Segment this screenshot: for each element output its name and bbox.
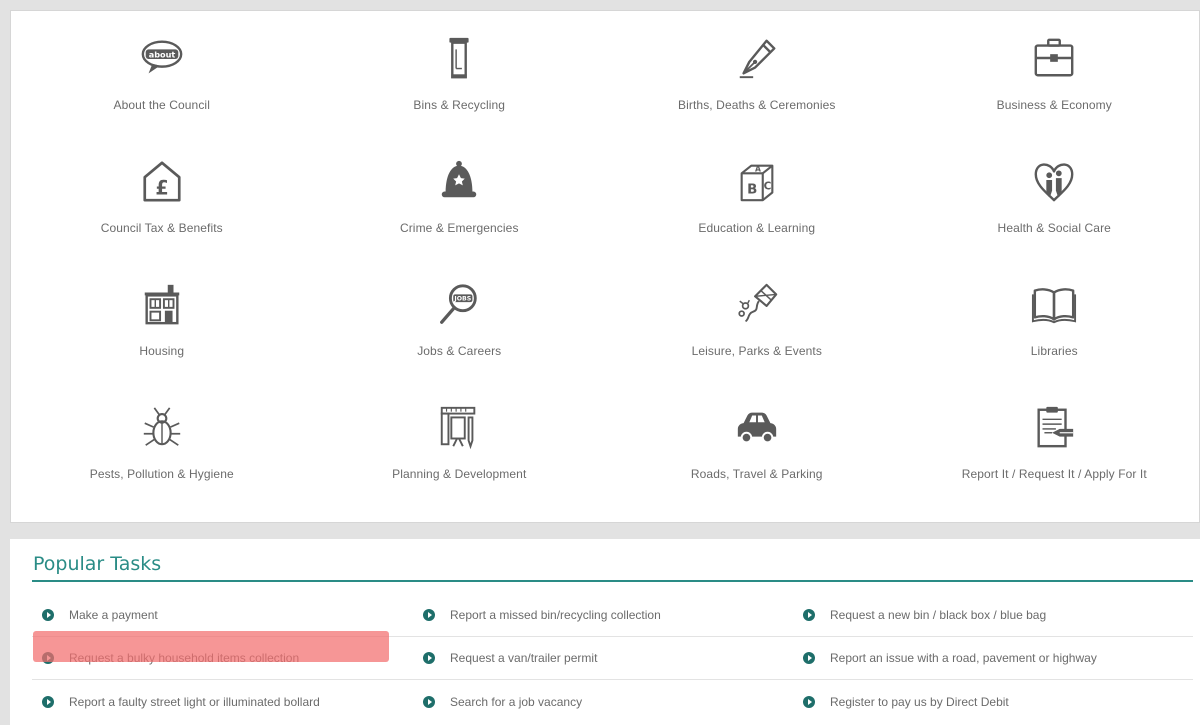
service-label: About the Council [113, 98, 210, 112]
service-label: Education & Learning [698, 221, 816, 235]
task-link[interactable]: Make a payment [32, 608, 413, 622]
service-business-economy[interactable]: Business & Economy [906, 33, 1200, 156]
magnifier-jobs-icon: JOBS [434, 279, 484, 329]
task-link-label: Request a new bin / black box / blue bag [830, 608, 1047, 622]
house-icon [137, 279, 187, 329]
wheelie-bin-icon [434, 33, 484, 83]
task-link[interactable]: Report a missed bin/recycling collection [413, 608, 793, 622]
service-jobs-careers[interactable]: JOBS Jobs & Careers [311, 279, 609, 402]
task-link-label: Report an issue with a road, pavement or… [830, 651, 1097, 665]
chevron-right-circle-icon [803, 652, 815, 664]
service-roads-travel-parking[interactable]: Roads, Travel & Parking [608, 402, 906, 525]
task-row: Report a faulty street light or illumina… [32, 680, 1193, 723]
service-label: Roads, Travel & Parking [690, 467, 823, 481]
service-label: Planning & Development [392, 467, 527, 481]
bug-icon [137, 402, 187, 452]
pound-house-icon: £ [137, 156, 187, 206]
svg-text:A: A [755, 164, 761, 173]
chevron-right-circle-icon [42, 609, 54, 621]
service-housing[interactable]: Housing [13, 279, 311, 402]
abc-blocks-icon: A B C [732, 156, 782, 206]
service-pests-pollution-hygiene[interactable]: Pests, Pollution & Hygiene [13, 402, 311, 525]
task-row: Request a bulky household items collecti… [32, 637, 1193, 680]
car-icon [732, 402, 782, 452]
service-label: Libraries [1030, 344, 1078, 358]
task-link[interactable]: Search for a job vacancy [413, 695, 793, 709]
svg-text:C: C [763, 181, 771, 193]
task-link-label: Make a payment [69, 608, 158, 622]
service-planning-development[interactable]: Planning & Development [311, 402, 609, 525]
service-births-deaths-ceremonies[interactable]: Births, Deaths & Ceremonies [608, 33, 906, 156]
task-link[interactable]: Report a faulty street light or illumina… [32, 695, 413, 709]
about-speech-bubble-icon: about [137, 33, 187, 83]
task-link-label: Search for a job vacancy [450, 694, 583, 709]
task-link[interactable]: Request a bulky household items collecti… [32, 651, 413, 665]
svg-text:B: B [747, 182, 757, 197]
service-label: Business & Economy [996, 98, 1112, 112]
task-link-label: Request a bulky household items collecti… [69, 651, 300, 665]
service-label: Report It / Request It / Apply For It [961, 467, 1147, 481]
open-book-icon [1029, 279, 1079, 329]
service-label: Health & Social Care [997, 221, 1111, 235]
service-libraries[interactable]: Libraries [906, 279, 1200, 402]
chevron-right-circle-icon [423, 609, 435, 621]
chevron-right-circle-icon [42, 695, 54, 708]
svg-text:about: about [148, 50, 175, 60]
task-link-label: Register to pay us by Direct Debit [830, 694, 1009, 709]
service-label: Leisure, Parks & Events [691, 344, 822, 358]
kite-icon [732, 279, 782, 329]
services-grid: about About the Council Bins & Recycling [13, 33, 1200, 525]
service-education-learning[interactable]: A B C Education & Learning [608, 156, 906, 279]
service-label: Births, Deaths & Ceremonies [678, 98, 836, 112]
service-label: Council Tax & Benefits [100, 221, 223, 235]
chevron-right-circle-icon [42, 652, 54, 664]
police-helmet-icon [434, 156, 484, 206]
services-panel: about About the Council Bins & Recycling [10, 10, 1200, 523]
chevron-right-circle-icon [803, 609, 815, 621]
service-label: Housing [139, 344, 185, 358]
svg-text:JOBS: JOBS [454, 296, 472, 303]
service-label: Jobs & Careers [417, 344, 502, 358]
service-label: Pests, Pollution & Hygiene [89, 467, 234, 481]
service-report-request-apply[interactable]: Report It / Request It / Apply For It [906, 402, 1200, 525]
task-link-label: Request a van/trailer permit [450, 651, 598, 665]
service-label: Crime & Emergencies [399, 221, 519, 235]
heart-people-icon [1029, 156, 1079, 206]
task-link[interactable]: Request a new bin / black box / blue bag [793, 608, 1193, 622]
service-health-social-care[interactable]: Health & Social Care [906, 156, 1200, 279]
popular-tasks-panel: Popular Tasks Make a payment Report a mi… [10, 539, 1200, 725]
clipboard-icon [1029, 402, 1079, 452]
svg-text:£: £ [155, 176, 168, 199]
service-leisure-parks-events[interactable]: Leisure, Parks & Events [608, 279, 906, 402]
chevron-right-circle-icon [803, 695, 815, 708]
popular-tasks-list: Make a payment Report a missed bin/recyc… [32, 594, 1193, 723]
service-about-the-council[interactable]: about About the Council [13, 33, 311, 156]
popular-tasks-divider [32, 580, 1193, 582]
task-link-label: Report a faulty street light or illumina… [69, 694, 320, 709]
service-bins-recycling[interactable]: Bins & Recycling [311, 33, 609, 156]
fountain-pen-icon [732, 33, 782, 83]
task-link[interactable]: Report an issue with a road, pavement or… [793, 651, 1193, 665]
planning-tools-icon [434, 402, 484, 452]
task-row: Make a payment Report a missed bin/recyc… [32, 594, 1193, 637]
service-label: Bins & Recycling [413, 98, 506, 112]
service-council-tax-benefits[interactable]: £ Council Tax & Benefits [13, 156, 311, 279]
popular-tasks-title: Popular Tasks [33, 553, 162, 575]
chevron-right-circle-icon [423, 652, 435, 664]
task-link-label: Report a missed bin/recycling collection [450, 608, 661, 622]
service-crime-emergencies[interactable]: Crime & Emergencies [311, 156, 609, 279]
task-link[interactable]: Register to pay us by Direct Debit [793, 695, 1193, 709]
chevron-right-circle-icon [423, 695, 435, 708]
briefcase-icon [1029, 33, 1079, 83]
task-link[interactable]: Request a van/trailer permit [413, 651, 793, 665]
